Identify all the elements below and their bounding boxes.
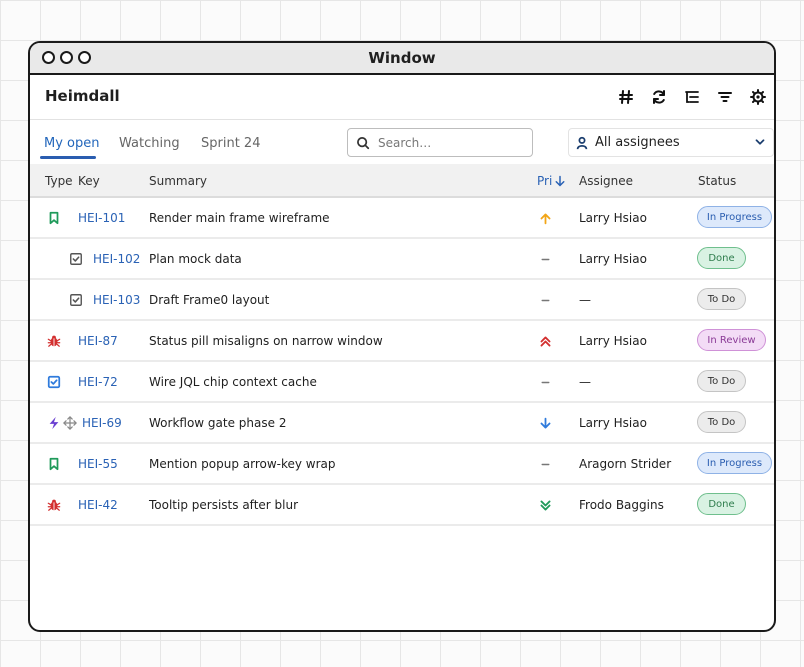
issue-assignee: Larry Hsiao: [579, 211, 647, 225]
column-assignee[interactable]: Assignee: [579, 174, 633, 188]
minimize-window-dot[interactable]: [60, 51, 73, 64]
issue-summary[interactable]: Workflow gate phase 2: [149, 416, 286, 430]
window-controls: [42, 51, 91, 64]
issue-key-link[interactable]: HEI-72: [78, 375, 118, 389]
sort-down-icon: [555, 175, 565, 187]
search-box[interactable]: [347, 128, 533, 157]
status-badge[interactable]: In Review: [697, 329, 766, 351]
bug-icon: [47, 498, 61, 512]
table-row[interactable]: HEI-42 Tooltip persists after blur Frodo B…: [30, 485, 774, 526]
chevron-down-icon: [755, 139, 765, 145]
priority-high-icon: [538, 211, 552, 225]
issue-assignee: Aragorn Strider: [579, 457, 672, 471]
subtask-icon: [69, 293, 83, 307]
close-window-dot[interactable]: [42, 51, 55, 64]
search-icon: [357, 136, 370, 149]
status-badge[interactable]: Done: [697, 493, 746, 515]
active-tab-indicator: [40, 156, 96, 159]
tab-sprint-24[interactable]: Sprint 24: [201, 136, 260, 151]
filter-icon[interactable]: [708, 87, 741, 107]
tab-my-open[interactable]: My open: [44, 136, 100, 151]
table-row[interactable]: HEI-72 Wire JQL chip context cache — To Do: [30, 362, 774, 403]
issue-summary[interactable]: Render main frame wireframe: [149, 211, 330, 225]
priority-lowest-icon: [538, 498, 552, 512]
maximize-window-dot[interactable]: [78, 51, 91, 64]
issue-summary[interactable]: Mention popup arrow-key wrap: [149, 457, 336, 471]
filter-bar: My open Watching Sprint 24 All assignees: [30, 120, 774, 164]
issue-assignee: Larry Hsiao: [579, 252, 647, 266]
task-icon: [47, 375, 61, 389]
story-icon: [47, 211, 61, 225]
assignee-filter-label: All assignees: [595, 135, 680, 150]
app-window: Window Heimdall My open Watching Sprint …: [28, 41, 776, 632]
table-header: Type Key Summary Pri Assignee Status: [30, 164, 774, 198]
app-header: Heimdall: [30, 75, 774, 119]
epic-icon: [47, 416, 61, 430]
drag-handle-icon[interactable]: [63, 416, 77, 433]
table-row[interactable]: HEI-87 Status pill misaligns on narrow wi…: [30, 321, 774, 362]
issue-assignee: Larry Hsiao: [579, 334, 647, 348]
status-badge[interactable]: To Do: [697, 411, 746, 433]
issue-key-link[interactable]: HEI-69: [82, 416, 122, 430]
issue-key-link[interactable]: HEI-55: [78, 457, 118, 471]
issue-key-link[interactable]: HEI-42: [78, 498, 118, 512]
column-priority-label: Pri: [537, 174, 553, 188]
issue-summary[interactable]: Draft Frame0 layout: [149, 293, 269, 307]
table-row[interactable]: HEI-103 Draft Frame0 layout — To Do: [30, 280, 774, 321]
app-name: Heimdall: [45, 87, 120, 105]
tab-watching[interactable]: Watching: [119, 136, 180, 151]
issue-summary[interactable]: Wire JQL chip context cache: [149, 375, 317, 389]
title-bar: Window: [30, 43, 774, 75]
table-row[interactable]: HEI-101 Render main frame wireframe Larry …: [30, 198, 774, 239]
column-summary[interactable]: Summary: [149, 174, 207, 188]
status-badge[interactable]: In Progress: [697, 206, 772, 228]
user-icon: [576, 136, 588, 149]
priority-none-icon: [538, 293, 552, 307]
subtask-icon: [69, 252, 83, 266]
priority-none-icon: [538, 252, 552, 266]
priority-highest-icon: [538, 334, 552, 348]
table-row[interactable]: HEI-102 Plan mock data Larry Hsiao Done: [30, 239, 774, 280]
issue-key-link[interactable]: HEI-101: [78, 211, 125, 225]
settings-icon[interactable]: [741, 87, 774, 107]
story-icon: [47, 457, 61, 471]
list-tree-icon[interactable]: [675, 87, 708, 107]
column-key[interactable]: Key: [78, 174, 100, 188]
issue-key-link[interactable]: HEI-103: [93, 293, 140, 307]
column-status[interactable]: Status: [698, 174, 736, 188]
table-row[interactable]: HEI-69 Workflow gate phase 2 Larry Hsiao To…: [30, 403, 774, 444]
status-badge[interactable]: To Do: [697, 370, 746, 392]
priority-low-icon: [538, 416, 552, 430]
priority-none-icon: [538, 457, 552, 471]
column-type[interactable]: Type: [45, 174, 73, 188]
issue-assignee: Frodo Baggins: [579, 498, 664, 512]
issue-summary[interactable]: Plan mock data: [149, 252, 242, 266]
assignee-filter-dropdown[interactable]: All assignees: [568, 128, 774, 157]
search-input[interactable]: [376, 134, 520, 151]
issue-key-link[interactable]: HEI-102: [93, 252, 140, 266]
issue-assignee: —: [579, 293, 591, 307]
issue-assignee: —: [579, 375, 591, 389]
issue-assignee: Larry Hsiao: [579, 416, 647, 430]
priority-none-icon: [538, 375, 552, 389]
status-badge[interactable]: To Do: [697, 288, 746, 310]
issue-key-link[interactable]: HEI-87: [78, 334, 118, 348]
refresh-icon[interactable]: [642, 87, 675, 107]
table-row[interactable]: HEI-55 Mention popup arrow-key wrap Aragor…: [30, 444, 774, 485]
status-badge[interactable]: In Progress: [697, 452, 772, 474]
column-priority[interactable]: Pri: [537, 174, 566, 188]
status-badge[interactable]: Done: [697, 247, 746, 269]
bug-icon: [47, 334, 61, 348]
issue-summary[interactable]: Tooltip persists after blur: [149, 498, 298, 512]
window-title: Window: [368, 49, 436, 67]
issue-summary[interactable]: Status pill misaligns on narrow window: [149, 334, 383, 348]
issue-list: HEI-101 Render main frame wireframe Larry …: [30, 198, 774, 526]
toolbar: [609, 87, 774, 107]
hash-icon[interactable]: [609, 87, 642, 107]
